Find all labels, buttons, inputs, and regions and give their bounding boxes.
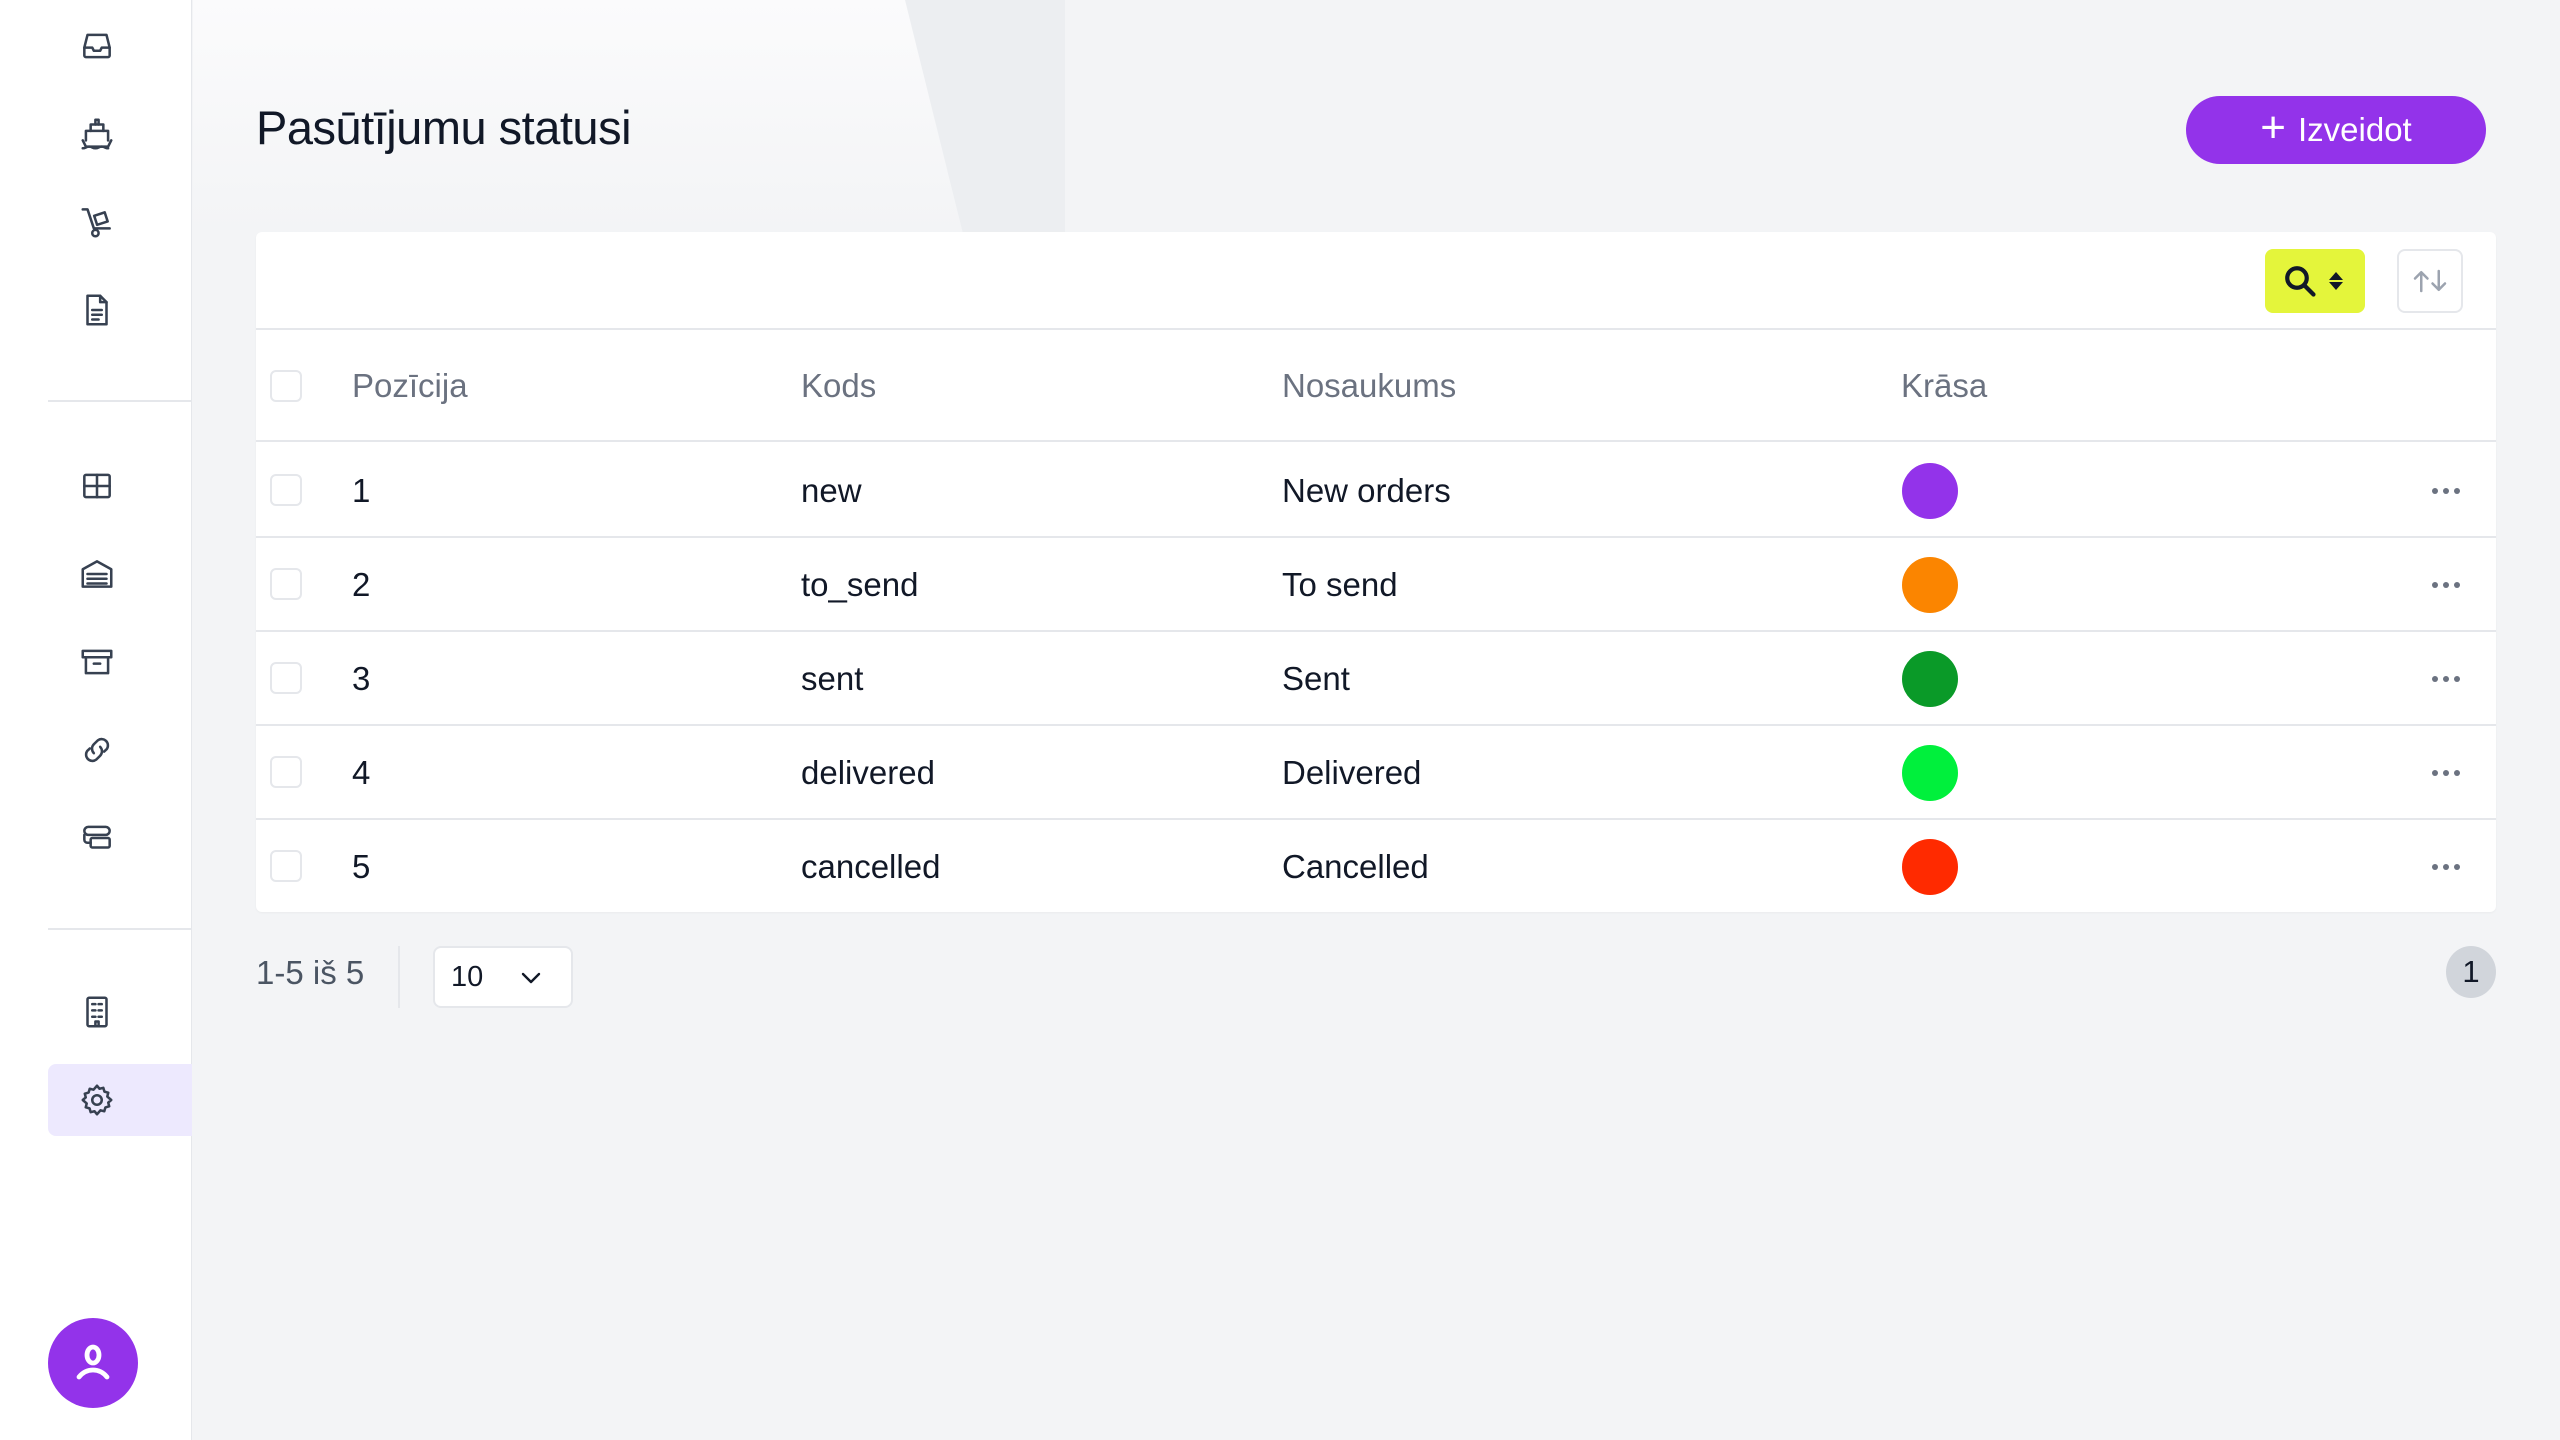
table-row[interactable]: 4 delivered Delivered xyxy=(256,726,2496,820)
cell-code: delivered xyxy=(801,754,935,791)
more-icon xyxy=(2432,488,2460,494)
more-icon xyxy=(2432,582,2460,588)
cell-code: sent xyxy=(801,660,864,697)
table-row[interactable]: 2 to_send To send xyxy=(256,538,2496,632)
cell-code: new xyxy=(801,472,862,509)
sidebar-item-documents[interactable] xyxy=(48,274,192,346)
link-icon xyxy=(84,737,110,763)
document-icon xyxy=(86,294,108,326)
table-row[interactable]: 1 new New orders xyxy=(256,444,2496,538)
gear-icon xyxy=(81,1084,113,1116)
sort-button[interactable] xyxy=(2397,249,2463,313)
pagination-range: 1-5 iš 5 xyxy=(256,954,365,991)
cell-name: To send xyxy=(1282,566,1398,603)
sidebar-item-delivery[interactable] xyxy=(48,186,192,258)
create-button[interactable]: + Izveidot xyxy=(2186,96,2486,164)
sidebar-item-integrations[interactable] xyxy=(48,714,192,786)
sort-toggle-icon xyxy=(2329,272,2343,290)
sidebar-item-settings[interactable] xyxy=(48,1064,192,1136)
cell-code: to_send xyxy=(801,566,919,603)
color-swatch xyxy=(1902,557,1958,613)
building-icon xyxy=(86,996,108,1028)
table-header: Pozīcija Kods Nosaukums Krāsa xyxy=(256,330,2496,442)
row-checkbox[interactable] xyxy=(270,568,302,600)
cell-position: 1 xyxy=(352,472,371,509)
search-toggle-button[interactable] xyxy=(2265,249,2365,313)
statuses-table-card: Pozīcija Kods Nosaukums Krāsa 1 new New or… xyxy=(256,232,2496,912)
archive-icon xyxy=(81,649,113,675)
sidebar-item-inbox[interactable] xyxy=(48,10,192,82)
per-page-value: 10 xyxy=(451,960,484,993)
sidebar-item-archive[interactable] xyxy=(48,626,192,698)
sidebar-item-logistics[interactable] xyxy=(48,802,192,874)
grid-icon xyxy=(83,473,111,499)
select-all-checkbox[interactable] xyxy=(270,370,302,402)
table-toolbar xyxy=(256,232,2496,330)
user-avatar[interactable] xyxy=(48,1318,138,1408)
color-swatch xyxy=(1902,651,1958,707)
cell-name: Delivered xyxy=(1282,754,1422,791)
sidebar-item-shipping[interactable] xyxy=(48,98,192,170)
inbox-icon xyxy=(83,33,111,59)
more-icon xyxy=(2432,864,2460,870)
table-row[interactable]: 5 cancelled Cancelled xyxy=(256,820,2496,914)
pagination-divider xyxy=(398,946,400,1008)
sort-arrows-icon xyxy=(2413,269,2447,293)
cell-position: 4 xyxy=(352,754,371,791)
plus-icon: + xyxy=(2260,103,2286,152)
per-page-select[interactable]: 10 xyxy=(433,946,573,1008)
sidebar-divider xyxy=(48,928,192,930)
color-swatch xyxy=(1902,745,1958,801)
color-swatch xyxy=(1902,463,1958,519)
ship-icon xyxy=(81,118,113,150)
page-button-current[interactable]: 1 xyxy=(2446,946,2496,998)
more-icon xyxy=(2432,676,2460,682)
cell-position: 2 xyxy=(352,566,371,603)
cell-name: New orders xyxy=(1282,472,1451,509)
row-checkbox[interactable] xyxy=(270,850,302,882)
column-header-name[interactable]: Nosaukums xyxy=(1282,330,1456,442)
row-actions-button[interactable] xyxy=(2426,850,2466,884)
row-checkbox[interactable] xyxy=(270,662,302,694)
sidebar-item-warehouse[interactable] xyxy=(48,538,192,610)
cell-position: 3 xyxy=(352,660,371,697)
column-header-color[interactable]: Krāsa xyxy=(1901,330,1987,442)
chevron-down-icon xyxy=(521,972,541,984)
row-checkbox[interactable] xyxy=(270,474,302,506)
sidebar-item-company[interactable] xyxy=(48,976,192,1048)
create-button-label: Izveidot xyxy=(2297,111,2412,148)
sidebar-item-dashboard[interactable] xyxy=(48,450,192,522)
cell-code: cancelled xyxy=(801,848,941,885)
row-actions-button[interactable] xyxy=(2426,568,2466,602)
sidebar-divider xyxy=(48,400,192,402)
more-icon xyxy=(2432,770,2460,776)
conveyor-icon xyxy=(83,825,111,849)
search-icon xyxy=(2285,266,2316,297)
column-header-position[interactable]: Pozīcija xyxy=(352,330,468,442)
page-title: Pasūtījumu statusi xyxy=(256,101,632,154)
column-header-code[interactable]: Kods xyxy=(801,330,876,442)
row-actions-button[interactable] xyxy=(2426,756,2466,790)
table-row[interactable]: 3 sent Sent xyxy=(256,632,2496,726)
warehouse-icon xyxy=(81,560,113,588)
color-swatch xyxy=(1902,839,1958,895)
row-checkbox[interactable] xyxy=(270,756,302,788)
cell-position: 5 xyxy=(352,848,371,885)
user-icon xyxy=(76,1344,110,1380)
cell-name: Cancelled xyxy=(1282,848,1429,885)
cell-name: Sent xyxy=(1282,660,1350,697)
row-actions-button[interactable] xyxy=(2426,662,2466,696)
sidebar xyxy=(0,0,192,1440)
row-actions-button[interactable] xyxy=(2426,474,2466,508)
hand-truck-icon xyxy=(81,208,111,238)
